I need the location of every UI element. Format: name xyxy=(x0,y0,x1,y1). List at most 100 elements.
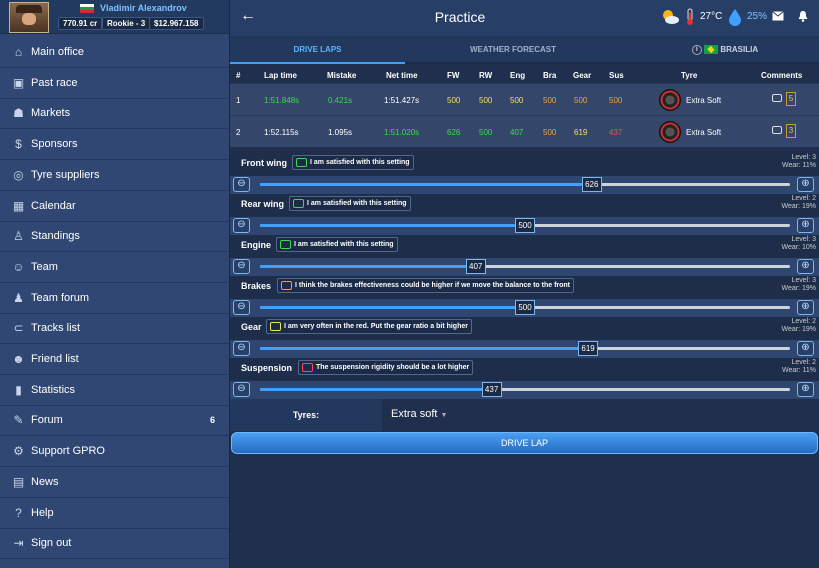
param-wear: Wear: 10% xyxy=(781,244,817,251)
decrease-button[interactable]: ⊖ xyxy=(233,382,250,397)
increase-button[interactable]: ⊕ xyxy=(797,382,814,397)
cell-net: 1:51.020s xyxy=(384,128,420,137)
sidebar-item-label: Help xyxy=(31,506,54,519)
humidity-value: 25% xyxy=(747,11,768,22)
param-name: Front wing xyxy=(241,158,287,168)
sidebar-item-standings[interactable]: ♙ Standings xyxy=(0,221,229,253)
thermometer-icon xyxy=(687,8,693,25)
param-slider-row: ⊖ 407 ⊕ xyxy=(230,258,819,276)
slider-value-handle[interactable]: 626 xyxy=(581,177,602,192)
sidebar-item-tyre-suppliers[interactable]: ◎ Tyre suppliers xyxy=(0,160,229,191)
temperature-value: 27°C xyxy=(700,11,723,22)
param-engine: Engine I am satisfied with this setting Le… xyxy=(230,235,819,276)
param-slider[interactable] xyxy=(260,388,790,391)
decrease-button[interactable]: ⊖ xyxy=(233,341,250,356)
param-slider[interactable] xyxy=(260,183,790,186)
sidebar-item-friend-list[interactable]: ☻ Friend list xyxy=(0,344,229,375)
increase-button[interactable]: ⊕ xyxy=(797,300,814,315)
tyres-select[interactable]: Extra soft ▼ xyxy=(382,399,819,431)
driver-feedback: I am satisfied with this setting xyxy=(276,237,398,252)
increase-button[interactable]: ⊕ xyxy=(797,259,814,274)
increase-button[interactable]: ⊕ xyxy=(797,218,814,233)
sidebar-item-tracks-list[interactable]: ⊂ Tracks list xyxy=(0,313,229,345)
decrease-button[interactable]: ⊖ xyxy=(233,177,250,192)
param-level: Level: 3 xyxy=(791,277,816,284)
tab-drive-laps[interactable]: DRIVE LAPS xyxy=(230,36,405,64)
param-header: Suspension The suspension rigidity should… xyxy=(230,358,819,381)
sign-out-icon: ⇥ xyxy=(13,536,24,551)
bulgaria-flag-icon xyxy=(80,4,94,13)
cell-num: 1 xyxy=(236,96,241,105)
param-front-wing: Front wing I am satisfied with this setti… xyxy=(230,153,819,194)
slider-value-handle[interactable]: 500 xyxy=(515,300,535,315)
param-name: Engine xyxy=(241,240,272,250)
sidebar-item-news[interactable]: ▤ News xyxy=(0,467,229,498)
param-header: Front wing I am satisfied with this setti… xyxy=(230,153,819,176)
sidebar-item-team[interactable]: ☺ Team xyxy=(0,252,229,283)
param-level-wear: Level: 3 Wear: 19% xyxy=(782,277,817,293)
tab-weather-forecast[interactable]: WEATHER FORECAST xyxy=(423,36,603,64)
param-slider[interactable] xyxy=(260,347,790,350)
sidebar-item-markets[interactable]: ☗ Markets xyxy=(0,98,229,130)
tyre-icon xyxy=(659,89,681,111)
main-panel: ← Practice 27°C 25% DRIVE LAPS WEATHER F… xyxy=(229,0,819,568)
param-wear: Wear: 11% xyxy=(782,162,816,169)
sidebar-item-past-race[interactable]: ▣ Past race xyxy=(0,68,229,99)
top-bar: ← Practice 27°C 25% xyxy=(230,0,819,36)
cell-tyre: Extra Soft xyxy=(686,96,722,105)
rank-badge: Rookie - 3 xyxy=(102,17,151,30)
cell-net: 1:51.427s xyxy=(384,96,420,105)
slider-fill xyxy=(260,183,592,186)
avatar[interactable] xyxy=(9,2,49,33)
cell-lap: 1:52.115s xyxy=(264,128,299,137)
col-fw: FW xyxy=(447,71,460,80)
increase-button[interactable]: ⊕ xyxy=(797,177,814,192)
calendar-icon: ▦ xyxy=(12,198,25,213)
sidebar-item-label: Past race xyxy=(31,76,78,89)
col-rw: RW xyxy=(479,71,493,80)
param-name: Gear xyxy=(241,322,262,332)
mail-icon[interactable] xyxy=(772,11,784,21)
sidebar-item-team-forum[interactable]: ♟ Team forum xyxy=(0,283,229,314)
sidebar-item-label: Friend list xyxy=(31,353,79,365)
decrease-button[interactable]: ⊖ xyxy=(233,218,250,233)
sidebar-item-sign-out[interactable]: ⇥ Sign out xyxy=(0,528,229,560)
drive-lap-button[interactable]: DRIVE LAP xyxy=(231,432,818,454)
param-gear: Gear I am very often in the red. Put the … xyxy=(230,317,819,358)
sidebar-item-statistics[interactable]: ▮ Statistics xyxy=(0,375,229,406)
track-name: BRASILIA xyxy=(720,45,759,54)
tab-track[interactable]: i BRASILIA xyxy=(630,36,819,64)
sidebar-item-forum[interactable]: ✎ Forum 6 xyxy=(0,405,229,437)
bell-icon[interactable] xyxy=(797,10,809,22)
sidebar-item-sponsors[interactable]: $ Sponsors xyxy=(0,129,229,161)
comment-icon[interactable] xyxy=(772,94,782,102)
slider-value-handle[interactable]: 437 xyxy=(481,382,502,397)
sidebar-item-support-gpro[interactable]: ⚙ Support GPRO xyxy=(0,436,229,468)
sidebar-item-help[interactable]: ? Help xyxy=(0,498,229,529)
slider-value-handle[interactable]: 500 xyxy=(515,218,535,233)
driver-feedback: The suspension rigidity should be a lot … xyxy=(298,360,474,375)
param-slider[interactable] xyxy=(260,265,790,268)
home-icon: ⌂ xyxy=(14,45,23,59)
comment-count[interactable]: 5 xyxy=(786,92,796,106)
user-name[interactable]: Vladimir Alexandrov xyxy=(100,3,187,13)
tyres-selected-value: Extra soft xyxy=(391,408,438,420)
comment-count[interactable]: 3 xyxy=(786,124,796,138)
feedback-text: I am very often in the red. Put the gear… xyxy=(284,323,468,330)
slider-value-handle[interactable]: 619 xyxy=(578,341,599,356)
cell-mistake: 1.095s xyxy=(328,128,353,137)
comment-icon[interactable] xyxy=(772,126,782,134)
param-name: Suspension xyxy=(241,363,293,373)
decrease-button[interactable]: ⊖ xyxy=(233,300,250,315)
param-header: Brakes I think the brakes effectiveness c… xyxy=(230,276,819,299)
sidebar-item-calendar[interactable]: ▦ Calendar xyxy=(0,191,229,222)
slider-value-handle[interactable]: 407 xyxy=(465,259,486,274)
sidebar-item-main-office[interactable]: ⌂ Main office xyxy=(0,37,229,68)
increase-button[interactable]: ⊕ xyxy=(797,341,814,356)
decrease-button[interactable]: ⊖ xyxy=(233,259,250,274)
cell-fw: 500 xyxy=(447,96,461,105)
param-slider-row: ⊖ 619 ⊕ xyxy=(230,340,819,358)
param-level: Level: 2 xyxy=(791,318,816,325)
col-eng: Eng xyxy=(510,71,526,80)
param-level-wear: Level: 2 Wear: 19% xyxy=(782,195,817,211)
